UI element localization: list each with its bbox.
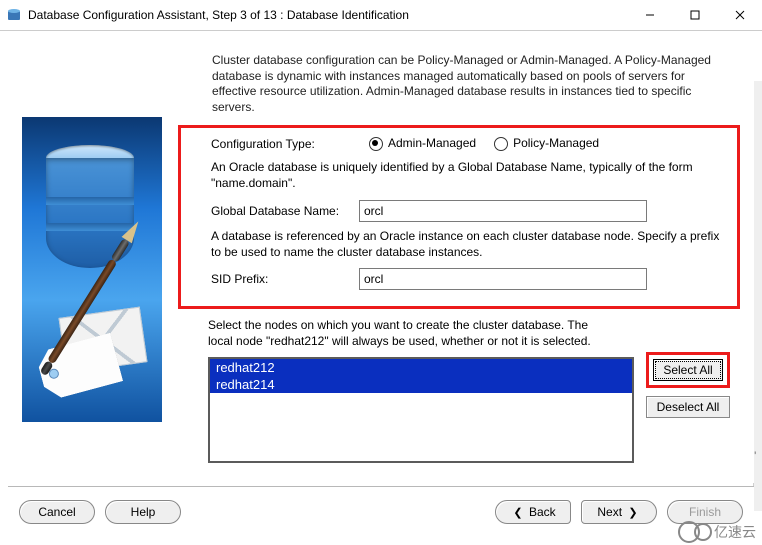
radio-admin-managed[interactable]: Admin-Managed: [369, 136, 476, 151]
maximize-button[interactable]: [672, 0, 717, 30]
gdb-label: Global Database Name:: [211, 204, 359, 218]
select-all-button[interactable]: Select All: [653, 359, 723, 381]
gdb-description: An Oracle database is uniquely identifie…: [211, 159, 727, 191]
wizard-nav-bar: Cancel Help ❮ Back Next ❯ Finish: [8, 486, 754, 537]
sid-prefix-input[interactable]: [359, 268, 647, 290]
help-button[interactable]: Help: [105, 500, 181, 524]
chevron-left-icon: ❮: [513, 507, 522, 519]
radio-policy-managed[interactable]: Policy-Managed: [494, 136, 599, 151]
next-label: Next: [597, 505, 622, 519]
finish-label: Finish: [689, 505, 721, 519]
back-label: Back: [529, 505, 556, 519]
radio-admin-label: Admin-Managed: [388, 136, 476, 150]
radio-icon: [369, 137, 383, 151]
cancel-button[interactable]: Cancel: [19, 500, 95, 524]
global-database-name-input[interactable]: [359, 200, 647, 222]
select-all-highlight-box: Select All: [646, 352, 730, 388]
config-type-label: Configuration Type:: [211, 137, 359, 151]
watermark-text: 亿速云: [714, 522, 756, 542]
node-list[interactable]: redhat212 redhat214: [208, 357, 634, 463]
title-bar: Database Configuration Assistant, Step 3…: [0, 0, 762, 31]
node-item[interactable]: redhat214: [210, 376, 632, 393]
wizard-illustration: [22, 117, 162, 422]
next-button[interactable]: Next ❯: [581, 500, 657, 524]
radio-policy-label: Policy-Managed: [513, 136, 599, 150]
minimize-button[interactable]: [627, 0, 672, 30]
sid-prefix-label: SID Prefix:: [211, 272, 359, 286]
intro-text: Cluster database configuration can be Po…: [212, 53, 728, 115]
window-title: Database Configuration Assistant, Step 3…: [28, 8, 627, 22]
sid-description: A database is referenced by an Oracle in…: [211, 228, 727, 260]
node-item[interactable]: redhat212: [210, 359, 632, 376]
radio-icon: [494, 137, 508, 151]
config-highlight-box: Configuration Type: Admin-Managed Policy…: [178, 125, 740, 309]
close-button[interactable]: [717, 0, 762, 30]
nodes-description: Select the nodes on which you want to cr…: [208, 317, 610, 349]
chevron-right-icon: ❯: [628, 507, 637, 519]
background-window-sliver: [753, 81, 762, 511]
back-button[interactable]: ❮ Back: [495, 500, 571, 524]
watermark: 亿速云: [678, 521, 756, 543]
deselect-all-button[interactable]: Deselect All: [646, 396, 730, 418]
cloud-icon: [694, 523, 712, 541]
app-icon: [6, 7, 22, 23]
